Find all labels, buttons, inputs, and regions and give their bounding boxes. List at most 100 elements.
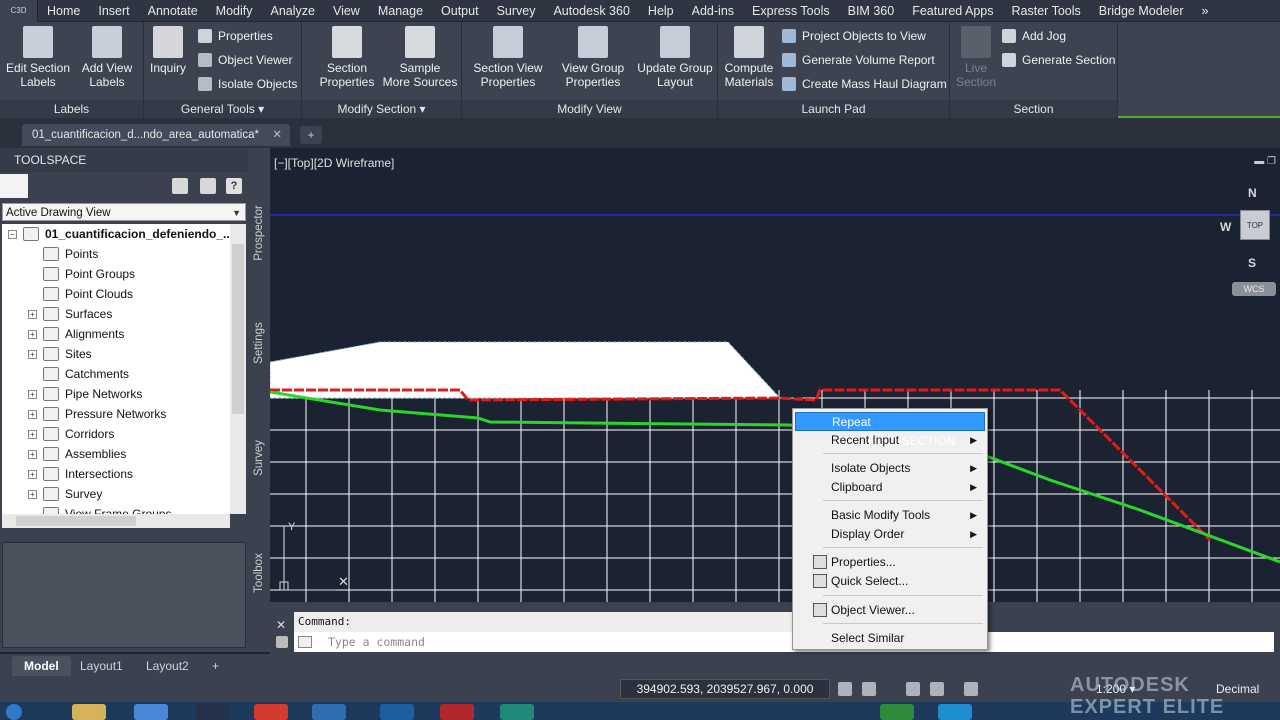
expand-icon[interactable]: + <box>28 389 37 399</box>
menu-output[interactable]: Output <box>432 4 488 18</box>
menu-overflow-button[interactable]: » <box>1193 4 1218 18</box>
context-menu-item-isolate-objects[interactable]: Isolate Objects ▶ <box>795 459 985 478</box>
toolspace-search-box[interactable] <box>0 174 28 198</box>
snap-icon[interactable] <box>862 682 876 696</box>
coordinate-readout[interactable]: 394902.593, 2039527.967, 0.000 <box>620 679 830 699</box>
tree-item-assemblies[interactable]: + Assemblies <box>28 444 126 464</box>
tree-item-view-frame-groups[interactable]: View Frame Groups <box>28 504 171 514</box>
explorer-taskbar-icon[interactable] <box>72 704 106 720</box>
project-objects-button[interactable]: Project Objects to View <box>782 26 926 46</box>
viewcube-top-face[interactable]: TOP <box>1240 210 1270 240</box>
compass-west[interactable]: W <box>1220 220 1231 234</box>
view-select-dropdown[interactable]: Active Drawing View ▼ <box>2 203 246 221</box>
expand-icon[interactable]: + <box>28 489 37 499</box>
scrollbar-thumb[interactable] <box>16 516 136 526</box>
compute-materials-button[interactable]: Compute Materials <box>720 26 778 89</box>
isolate-objects-button[interactable]: Isolate Objects <box>198 74 297 94</box>
toolspace-tree-icon[interactable] <box>172 178 188 194</box>
menu-featured-apps[interactable]: Featured Apps <box>903 4 1002 18</box>
tab-model[interactable]: Model <box>12 656 71 676</box>
new-tab-button[interactable]: + <box>300 126 322 144</box>
expand-icon[interactable]: + <box>28 469 37 479</box>
menu-manage[interactable]: Manage <box>369 4 432 18</box>
generate-section-button[interactable]: Generate Section <box>1002 50 1115 70</box>
panel-title-modify-section[interactable]: Modify Section ▾ <box>302 100 461 118</box>
context-menu-item-recent-input[interactable]: Recent Input ▶ <box>795 431 985 450</box>
generate-volume-report-button[interactable]: Generate Volume Report <box>782 50 935 70</box>
tab-settings[interactable]: Settings <box>248 298 270 388</box>
add-view-labels-button[interactable]: Add View Labels <box>76 26 138 89</box>
toolspace-panel-icon[interactable] <box>200 178 216 194</box>
view-group-properties-button[interactable]: View Group Properties <box>554 26 632 89</box>
tree-item-alignments[interactable]: + Alignments <box>28 324 124 344</box>
expand-icon[interactable]: + <box>28 449 37 459</box>
ortho-icon[interactable] <box>906 682 920 696</box>
viewport-controls-label[interactable]: [−][Top][2D Wireframe] <box>274 156 394 170</box>
application-menu-button[interactable]: C3D <box>0 0 38 22</box>
polar-icon[interactable] <box>930 682 944 696</box>
chrome-taskbar-icon[interactable] <box>254 704 288 720</box>
expand-icon[interactable]: + <box>28 409 37 419</box>
wrench-icon[interactable] <box>276 636 288 648</box>
tree-item-points[interactable]: Points <box>28 244 98 264</box>
tree-item-corridors[interactable]: + Corridors <box>28 424 114 444</box>
context-menu-item-clipboard[interactable]: Clipboard ▶ <box>795 478 985 497</box>
context-menu-item-select-similar[interactable]: Select Similar <box>795 629 985 648</box>
menu-bim-360[interactable]: BIM 360 <box>839 4 904 18</box>
menu-express-tools[interactable]: Express Tools <box>743 4 839 18</box>
app-taskbar-icon[interactable] <box>312 704 346 720</box>
help-icon[interactable]: ? <box>226 178 242 194</box>
properties-button[interactable]: Properties <box>198 26 273 46</box>
start-button[interactable] <box>6 704 22 720</box>
grid-icon[interactable] <box>838 682 852 696</box>
tab-survey[interactable]: Survey <box>248 418 270 498</box>
context-menu-item-repeat-editcrosssection[interactable]: Repeat EDITCROSSSECTION <box>795 412 985 448</box>
close-tab-icon[interactable]: ✕ <box>272 124 282 146</box>
tab-prospector[interactable]: Prospector <box>248 188 270 278</box>
object-viewer-button[interactable]: Object Viewer <box>198 50 292 70</box>
menu-modify[interactable]: Modify <box>207 4 262 18</box>
tree-horizontal-scrollbar[interactable] <box>2 514 230 528</box>
add-layout-button[interactable]: + <box>200 656 231 676</box>
menu-insert[interactable]: Insert <box>89 4 138 18</box>
context-menu-item-basic-modify-tools[interactable]: Basic Modify Tools ▶ <box>795 506 985 525</box>
tab-layout1[interactable]: Layout1 <box>68 656 135 676</box>
expand-icon[interactable]: + <box>28 349 37 359</box>
tree-root-drawing[interactable]: − 01_cuantificacion_defeniendo_... <box>8 224 230 244</box>
tree-vertical-scrollbar[interactable] <box>230 224 246 514</box>
update-group-layout-button[interactable]: Update Group Layout <box>636 26 714 89</box>
tab-layout2[interactable]: Layout2 <box>134 656 201 676</box>
context-menu-item-display-order[interactable]: Display Order ▶ <box>795 525 985 544</box>
close-icon[interactable]: ✕ <box>276 618 286 632</box>
menu-view[interactable]: View <box>324 4 369 18</box>
tree-item-surfaces[interactable]: + Surfaces <box>28 304 112 324</box>
inquiry-button[interactable]: Inquiry <box>146 26 190 75</box>
app-taskbar-icon[interactable] <box>380 704 414 720</box>
viewcube[interactable]: N W S TOP WCS <box>1214 186 1280 296</box>
osnap-icon[interactable] <box>964 682 978 696</box>
command-input[interactable]: Type a command <box>294 632 1274 652</box>
scrollbar-thumb[interactable] <box>232 244 244 414</box>
app-taskbar-icon[interactable] <box>880 704 914 720</box>
prompt-icon[interactable] <box>298 636 312 648</box>
tree-item-sites[interactable]: + Sites <box>28 344 92 364</box>
drawing-canvas[interactable]: Y ✕ <box>270 150 1280 602</box>
compass-south[interactable]: S <box>1248 256 1256 270</box>
drawing-viewport[interactable]: Y ✕ [−][Top][2D Wireframe] ▬ ❐ N W S TOP… <box>270 150 1280 602</box>
app-taskbar-icon[interactable] <box>134 704 168 720</box>
collapse-icon[interactable]: − <box>8 229 17 239</box>
menu-home[interactable]: Home <box>38 4 89 18</box>
document-tab-active[interactable]: 01_cuantificacion_d...ndo_area_automatic… <box>22 124 290 146</box>
app-taskbar-icon[interactable] <box>500 704 534 720</box>
menu-analyze[interactable]: Analyze <box>261 4 323 18</box>
add-jog-button[interactable]: Add Jog <box>1002 26 1066 46</box>
tree-item-survey[interactable]: + Survey <box>28 484 102 504</box>
viewport-window-controls[interactable]: ▬ ❐ <box>1254 156 1276 167</box>
tab-toolbox[interactable]: Toolbox <box>248 528 270 618</box>
section-view-properties-button[interactable]: Section View Properties <box>468 26 548 89</box>
menu-help[interactable]: Help <box>639 4 683 18</box>
menu-autodesk-360[interactable]: Autodesk 360 <box>544 4 638 18</box>
tree-item-pressure-networks[interactable]: + Pressure Networks <box>28 404 166 424</box>
tree-item-intersections[interactable]: + Intersections <box>28 464 133 484</box>
sample-more-sources-button[interactable]: Sample More Sources <box>382 26 458 89</box>
